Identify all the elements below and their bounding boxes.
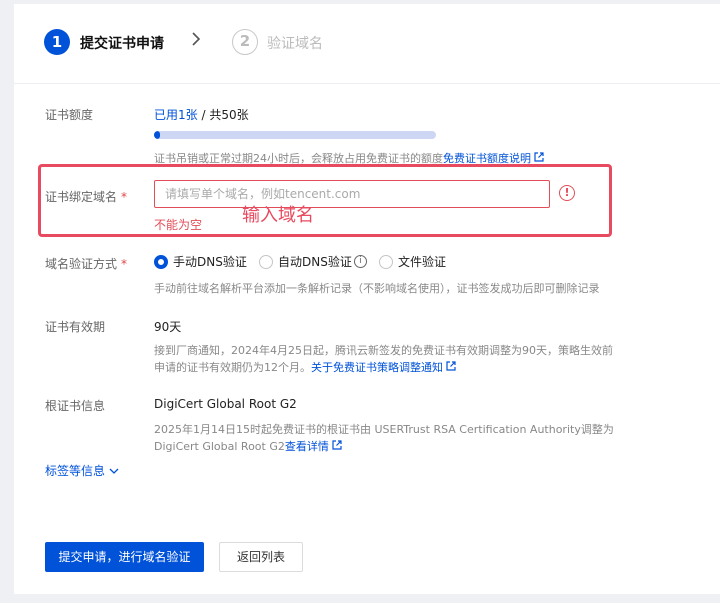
step-2-number: 2 <box>232 29 258 55</box>
verify-label-text: 域名验证方式 <box>45 257 118 271</box>
validity-notice-text: 申请的证书有效期仍为12个月。 <box>154 361 311 374</box>
quota-progress-fill <box>154 131 160 139</box>
header-divider <box>14 83 720 84</box>
external-link-icon[interactable] <box>446 361 456 374</box>
quota-total: / 共50张 <box>197 108 249 122</box>
radio-file[interactable]: 文件验证 <box>379 253 446 270</box>
root-cert-notice-line2: DigiCert Global Root G2查看详情 <box>154 438 342 454</box>
validity-value: 90天 <box>154 320 182 334</box>
error-icon: ! <box>559 185 575 201</box>
domain-error-text: 不能为空 <box>154 218 203 232</box>
radio-label: 自动DNS验证 <box>278 255 352 269</box>
quota-progress-bar <box>154 131 436 139</box>
radio-auto-dns[interactable]: 自动DNS验证 i <box>259 253 367 270</box>
chevron-right-icon <box>190 30 202 53</box>
validity-notice-link[interactable]: 关于免费证书策略调整通知 <box>311 361 443 374</box>
root-cert-label: 根证书信息 <box>45 399 106 413</box>
submit-button[interactable]: 提交申请，进行域名验证 <box>45 542 204 572</box>
step-2-label: 验证域名 <box>267 36 323 52</box>
back-to-list-button[interactable]: 返回列表 <box>219 542 303 572</box>
root-cert-notice-line1: 2025年1月14日15时起免费证书的根证书由 USERTrust RSA Ce… <box>154 423 614 436</box>
radio-unchecked-icon[interactable] <box>379 254 393 269</box>
domain-input[interactable] <box>154 180 550 208</box>
external-link-icon[interactable] <box>332 440 342 453</box>
more-info-label: 标签等信息 <box>45 464 106 478</box>
radio-checked-icon[interactable] <box>154 254 168 269</box>
required-mark: * <box>121 190 128 204</box>
step-1-number: 1 <box>44 29 70 55</box>
radio-label: 文件验证 <box>398 255 447 269</box>
root-cert-notice-text: DigiCert Global Root G2 <box>154 440 285 453</box>
required-mark: * <box>121 257 128 271</box>
validity-notice-line2: 申请的证书有效期仍为12个月。关于免费证书策略调整通知 <box>154 359 456 375</box>
more-info-toggle[interactable]: 标签等信息 <box>45 462 119 479</box>
validity-notice-line1: 接到厂商通知，2024年4月25日起，腾讯云新签发的免费证书有效期调整为90天，… <box>154 344 613 357</box>
quota-value: 已用1张 / 共50张 <box>154 106 249 123</box>
radio-manual-dns[interactable]: 手动DNS验证 <box>154 253 247 270</box>
validity-label: 证书有效期 <box>45 320 106 334</box>
step-1-label: 提交证书申请 <box>80 36 164 52</box>
apply-certificate-card: 1 提交证书申请 2 验证域名 证书额度 已用1张 / 共50张 证书吊销或正常… <box>14 4 720 594</box>
domain-label-text: 证书绑定域名 <box>45 190 118 204</box>
root-cert-details-link[interactable]: 查看详情 <box>285 440 329 453</box>
chevron-down-icon <box>109 464 119 478</box>
quota-label: 证书额度 <box>45 108 94 122</box>
quota-used: 已用1张 <box>154 108 198 122</box>
radio-unchecked-icon[interactable] <box>259 254 273 269</box>
domain-label: 证书绑定域名 * <box>45 188 127 205</box>
root-cert-value: DigiCert Global Root G2 <box>154 397 297 411</box>
verify-label: 域名验证方式 * <box>45 255 127 272</box>
annotation-text: 输入域名 <box>242 205 314 226</box>
info-icon[interactable]: i <box>353 255 367 268</box>
verify-hint: 手动前往域名解析平台添加一条解析记录（不影响域名使用），证书签发成功后即可删除记… <box>154 282 600 295</box>
radio-label: 手动DNS验证 <box>173 255 247 269</box>
